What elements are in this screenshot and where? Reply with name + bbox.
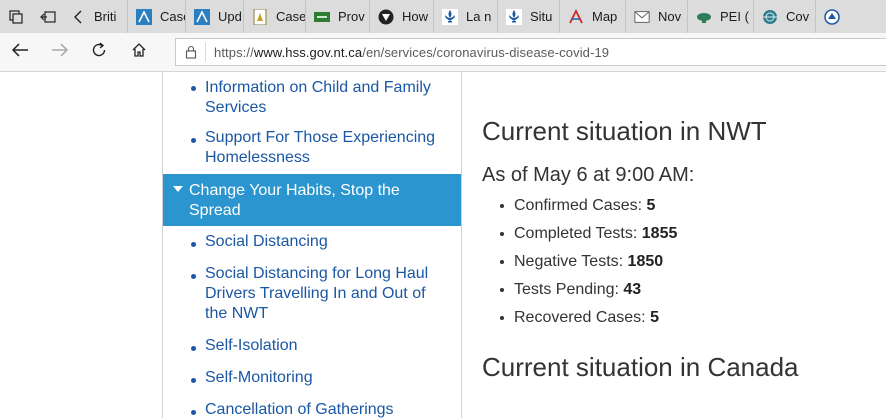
bullet — [191, 138, 196, 143]
tab-title: Prov — [338, 9, 365, 24]
browser-tab[interactable]: Case — [244, 0, 306, 33]
document-icon — [634, 9, 650, 25]
tab-title: Briti — [94, 9, 117, 24]
sidebar-item-active[interactable]: Change Your Habits, Stop the Spread — [163, 174, 461, 226]
url-text[interactable]: https://www.hss.gov.nt.ca/en/services/co… — [206, 45, 609, 60]
address-bar[interactable]: https://www.hss.gov.nt.ca/en/services/co… — [175, 38, 886, 66]
browser-tab[interactable]: La n — [434, 0, 498, 33]
sidebar-link-social-distancing[interactable]: Social Distancing — [205, 232, 445, 252]
arrow-right-icon — [51, 42, 69, 63]
tab-title: Upd — [218, 9, 242, 24]
browser-tab[interactable]: Nov — [626, 0, 688, 33]
stat-label: Recovered Cases: — [514, 309, 646, 326]
bullet — [191, 378, 196, 383]
set-tabs-aside-icon[interactable] — [32, 0, 64, 33]
browser-tab[interactable]: Case — [128, 0, 186, 33]
stat-value: 5 — [650, 309, 659, 326]
stats-list: Confirmed Cases: 5 Completed Tests: 1855… — [500, 194, 677, 334]
tab-actions-icon[interactable] — [0, 0, 32, 33]
tab-title: La n — [466, 9, 492, 24]
red-logo-icon — [568, 8, 584, 25]
navigation-bar: https://www.hss.gov.nt.ca/en/services/co… — [0, 33, 886, 72]
stat-label: Tests Pending: — [514, 281, 619, 298]
browser-tab[interactable]: PEI ( — [688, 0, 754, 33]
tab-title: Situ — [530, 9, 553, 24]
refresh-button[interactable] — [79, 33, 119, 71]
stat-negative-tests: Negative Tests: 1850 — [500, 250, 677, 278]
fleur-de-lis-icon — [442, 8, 458, 25]
stat-label: Confirmed Cases: — [514, 197, 643, 214]
tab-title: Nov — [658, 9, 682, 24]
browser-tab[interactable]: Situ — [498, 0, 560, 33]
tab-title: Map — [592, 9, 618, 24]
tab-title: Cov — [786, 9, 810, 24]
stat-confirmed-cases: Confirmed Cases: 5 — [500, 194, 677, 222]
stat-value: 1850 — [627, 253, 664, 270]
tab-title: PEI ( — [720, 9, 749, 24]
stat-value: 1855 — [641, 225, 678, 242]
stat-label: Completed Tests: — [514, 225, 638, 242]
web-page: Information on Child and Family Services… — [0, 72, 886, 418]
bullet — [191, 410, 196, 415]
caret-down-icon — [173, 186, 183, 192]
stat-tests-pending: Tests Pending: 43 — [500, 278, 677, 306]
browser-tab[interactable]: Briti — [92, 0, 128, 33]
arrow-left-icon — [11, 42, 29, 63]
globe-icon — [762, 9, 778, 25]
bullet — [191, 346, 196, 351]
bullet — [191, 86, 196, 91]
lock-icon[interactable] — [176, 42, 206, 62]
bullet — [191, 242, 196, 247]
heading-canada: Current situation in Canada — [482, 352, 799, 382]
stat-value: 5 — [646, 197, 656, 214]
dark-shield-icon — [378, 9, 394, 25]
ab-flag-icon — [136, 8, 152, 25]
tab-title: How — [402, 9, 429, 24]
url-host: www.hss.gov.nt.ca — [253, 44, 363, 60]
stat-value: 43 — [623, 281, 642, 298]
blue-logo-icon — [824, 8, 840, 25]
sidebar-link-cancellation-of-gatherings[interactable]: Cancellation of Gatherings — [205, 400, 445, 418]
sidebar-link-child-family-services[interactable]: Information on Child and Family Services — [205, 78, 445, 118]
back-button[interactable] — [0, 33, 40, 71]
browser-tab[interactable]: How — [370, 0, 434, 33]
url-path: /en/services/coronavirus-disease-covid-1… — [362, 44, 610, 60]
heading-nwt: Current situation in NWT — [482, 116, 767, 146]
refresh-icon — [91, 41, 107, 63]
stat-recovered-cases: Recovered Cases: 5 — [500, 306, 677, 334]
as-of-timestamp: As of May 6 at 9:00 AM: — [482, 164, 695, 186]
browser-tab-partial[interactable] — [816, 0, 842, 33]
browser-tab[interactable]: Prov — [306, 0, 370, 33]
bullet — [191, 274, 196, 279]
browser-tab[interactable]: Cov — [754, 0, 816, 33]
bc-crest-icon — [252, 8, 268, 25]
sidebar-link-homelessness-support[interactable]: Support For Those Experiencing Homelessn… — [205, 128, 445, 168]
home-icon — [131, 42, 147, 63]
forward-button[interactable] — [40, 33, 80, 71]
home-button[interactable] — [119, 33, 159, 71]
url-prefix: https:// — [214, 44, 254, 60]
scroll-tabs-left-icon[interactable] — [64, 0, 92, 33]
stat-label: Negative Tests: — [514, 253, 624, 270]
green-banner-icon — [314, 9, 330, 25]
tab-strip: Briti Case Upd Case Prov How La n Situ M… — [0, 0, 886, 33]
fleur-de-lis-icon — [506, 8, 522, 25]
ab-flag-icon — [194, 8, 210, 25]
main-content: Current situation in NWT As of May 6 at … — [482, 72, 886, 418]
browser-tab[interactable]: Map — [560, 0, 626, 33]
stat-completed-tests: Completed Tests: 1855 — [500, 222, 677, 250]
tab-title: Case — [160, 9, 185, 24]
pei-icon — [696, 9, 712, 25]
sidebar-active-label: Change Your Habits, Stop the Spread — [189, 182, 400, 219]
sidebar-link-self-monitoring[interactable]: Self-Monitoring — [205, 368, 445, 388]
browser-tab[interactable]: Upd — [186, 0, 244, 33]
sidebar-nav: Information on Child and Family Services… — [162, 72, 462, 418]
sidebar-link-self-isolation[interactable]: Self-Isolation — [205, 336, 445, 356]
tab-title: Case — [276, 9, 305, 24]
sidebar-link-long-haul-drivers[interactable]: Social Distancing for Long Haul Drivers … — [205, 264, 445, 324]
